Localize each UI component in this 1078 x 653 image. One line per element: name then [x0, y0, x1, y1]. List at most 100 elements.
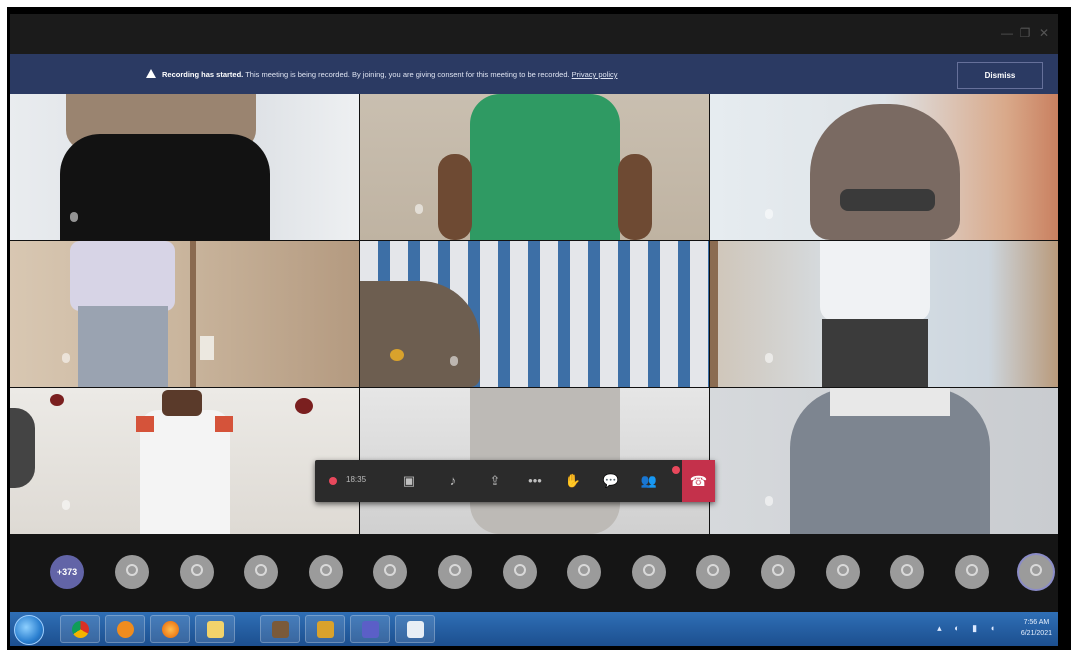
video-tile-1[interactable]: [10, 94, 359, 240]
chrome-icon: [72, 621, 89, 638]
video-tile-4[interactable]: [10, 241, 359, 387]
maximize-button[interactable]: ❐: [1018, 26, 1032, 40]
folder-icon: [207, 621, 224, 638]
share-icon[interactable]: ⇪: [483, 469, 507, 493]
participant-avatar[interactable]: [115, 555, 149, 589]
system-tray-icons[interactable]: ▴ ◐ ▮ ◖: [937, 623, 1000, 634]
participant-avatar[interactable]: [761, 555, 795, 589]
participant-avatar[interactable]: [567, 555, 602, 589]
participant-avatar[interactable]: [179, 555, 214, 589]
participant-avatar[interactable]: [438, 555, 472, 589]
video-icon[interactable]: ▣: [397, 469, 421, 493]
participant-video: [618, 154, 652, 240]
recording-banner: Recording has started. This meeting is b…: [10, 54, 1058, 94]
participant-video: [840, 189, 935, 211]
participant-video: [70, 241, 175, 311]
video-tile-6[interactable]: [710, 241, 1058, 387]
participant-avatar[interactable]: [825, 555, 860, 589]
banner-title: Recording has started.: [162, 70, 244, 79]
participant-video: [390, 349, 404, 361]
mic-icon: [62, 353, 70, 363]
mic-icon: [70, 212, 78, 222]
video-tile-9[interactable]: [710, 388, 1058, 534]
title-bar: — ❐ ✕: [10, 14, 1058, 54]
participant-avatar[interactable]: [308, 555, 343, 589]
participant-video: [10, 408, 35, 488]
mic-icon[interactable]: ♪: [441, 469, 465, 493]
clock-time: 7:56 AM: [1023, 619, 1050, 626]
participant-avatar[interactable]: [631, 555, 666, 589]
participant-video: [810, 104, 960, 240]
minimize-button[interactable]: —: [1000, 26, 1014, 40]
participant-video: [190, 241, 196, 387]
participant-video: [822, 319, 928, 387]
dismiss-button[interactable]: Dismiss: [957, 62, 1043, 89]
meeting-controls: 18:35 ▣ ♪ ⇪ ••• ✋ 💬 👥 ☎: [315, 460, 715, 502]
more-icon[interactable]: •••: [523, 469, 547, 493]
mic-icon: [62, 500, 70, 510]
close-button[interactable]: ✕: [1037, 26, 1051, 40]
participant-video: [830, 388, 950, 416]
participant-video: [438, 154, 472, 240]
banner-text: This meeting is being recorded. By joini…: [243, 70, 572, 79]
mic-icon: [765, 209, 773, 219]
windows-taskbar: ▴ ◐ ▮ ◖ 7:56 AM 6/21/2021: [10, 612, 1058, 646]
taskbar-firefox[interactable]: [150, 615, 190, 643]
participant-video: [136, 416, 154, 432]
taskbar-notepad[interactable]: [395, 615, 435, 643]
participant-avatar[interactable]: [502, 555, 537, 589]
app-icon: [272, 621, 289, 638]
participant-video: [215, 416, 233, 432]
taskbar-media-player[interactable]: [105, 615, 145, 643]
taskbar-file-explorer[interactable]: [195, 615, 235, 643]
participant-avatar[interactable]: [954, 555, 989, 589]
participant-video: [200, 336, 214, 360]
start-button[interactable]: [14, 615, 44, 645]
system-clock[interactable]: 7:56 AM 6/21/2021: [1021, 617, 1052, 639]
taskbar-app-5[interactable]: [260, 615, 300, 643]
firefox-icon: [162, 621, 179, 638]
banner-message: Recording has started. This meeting is b…: [146, 69, 618, 79]
warning-icon: [146, 69, 156, 78]
meeting-timer: 18:35: [346, 475, 367, 484]
notification-badge: [672, 466, 680, 474]
recording-indicator: [329, 477, 337, 485]
participant-avatar[interactable]: [696, 555, 731, 589]
participant-video: [820, 241, 930, 321]
teams-icon: [362, 621, 379, 638]
participant-avatar[interactable]: [373, 555, 408, 589]
notepad-icon: [407, 621, 424, 638]
clock-date: 6/21/2021: [1020, 630, 1052, 637]
app-icon: [317, 621, 334, 638]
video-grid: 18:35 ▣ ♪ ⇪ ••• ✋ 💬 👥 ☎: [10, 94, 1058, 534]
teams-window: — ❐ ✕ Recording has started. This meetin…: [10, 14, 1058, 612]
mic-icon: [450, 356, 458, 366]
participant-avatar[interactable]: [244, 555, 279, 589]
participant-avatar[interactable]: [890, 555, 925, 589]
chat-icon[interactable]: 💬: [599, 469, 623, 493]
taskbar-chrome[interactable]: [60, 615, 100, 643]
participant-avatar[interactable]: [1019, 555, 1054, 589]
participant-video: [470, 94, 620, 240]
video-tile-5[interactable]: [360, 241, 709, 387]
privacy-policy-link[interactable]: Privacy policy: [572, 70, 618, 79]
video-tile-7[interactable]: [10, 388, 359, 534]
media-player-icon: [117, 621, 134, 638]
participant-video: [295, 398, 313, 414]
mic-icon: [765, 353, 773, 363]
participant-video: [162, 390, 202, 416]
participants-bar: +373: [10, 534, 1058, 612]
overflow-avatar[interactable]: +373: [50, 555, 84, 589]
participant-video: [78, 306, 168, 387]
mic-icon: [765, 496, 773, 506]
video-tile-2[interactable]: [360, 94, 709, 240]
taskbar-app-6[interactable]: [305, 615, 345, 643]
hang-up-button[interactable]: ☎: [682, 460, 715, 502]
participant-video: [360, 281, 480, 387]
video-tile-3[interactable]: [710, 94, 1058, 240]
raise-hand-icon[interactable]: ✋: [561, 469, 585, 493]
mic-icon: [415, 204, 423, 214]
participant-video: [50, 394, 64, 406]
participants-icon[interactable]: 👥: [637, 469, 661, 493]
taskbar-teams[interactable]: [350, 615, 390, 643]
